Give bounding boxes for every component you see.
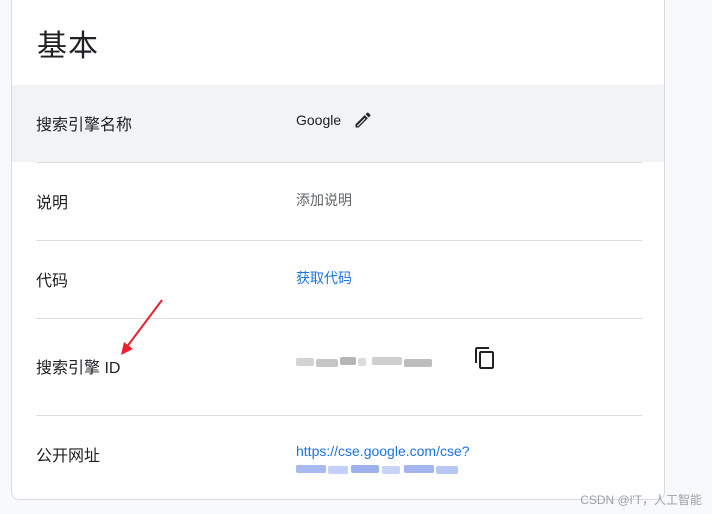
row-label-code: 代码: [36, 273, 69, 290]
search-engine-name-value: Google: [296, 112, 342, 128]
basic-settings-card: 基本 搜索引擎名称 Google 说明 添加说明 代码 获取代码 搜索引擎 ID: [11, 0, 665, 500]
public-url-redacted-part: [296, 465, 461, 475]
row-label-search-engine-name: 搜索引擎名称: [36, 117, 133, 134]
row-search-engine-id: 搜索引擎 ID: [12, 319, 664, 415]
row-description: 说明 添加说明: [12, 163, 664, 240]
row-search-engine-name: 搜索引擎名称 Google: [12, 85, 664, 162]
search-engine-id-value-redacted: [296, 357, 436, 367]
row-public-url: 公开网址 https://cse.google.com/cse?: [12, 416, 664, 499]
pencil-icon[interactable]: [353, 110, 373, 135]
page: 基本 搜索引擎名称 Google 说明 添加说明 代码 获取代码 搜索引擎 ID: [0, 0, 712, 514]
watermark: CSDN @l'T，人工智能: [580, 493, 702, 507]
card-title: 基本: [37, 30, 99, 63]
row-label-public-url: 公开网址: [36, 448, 101, 465]
add-description-link[interactable]: 添加说明: [296, 190, 352, 210]
public-url-link[interactable]: https://cse.google.com/cse?: [296, 443, 470, 459]
get-code-link[interactable]: 获取代码: [296, 268, 352, 288]
row-label-description: 说明: [36, 195, 69, 212]
row-code: 代码 获取代码: [12, 241, 664, 318]
copy-icon[interactable]: [473, 346, 497, 375]
row-label-search-engine-id: 搜索引擎 ID: [36, 360, 121, 377]
